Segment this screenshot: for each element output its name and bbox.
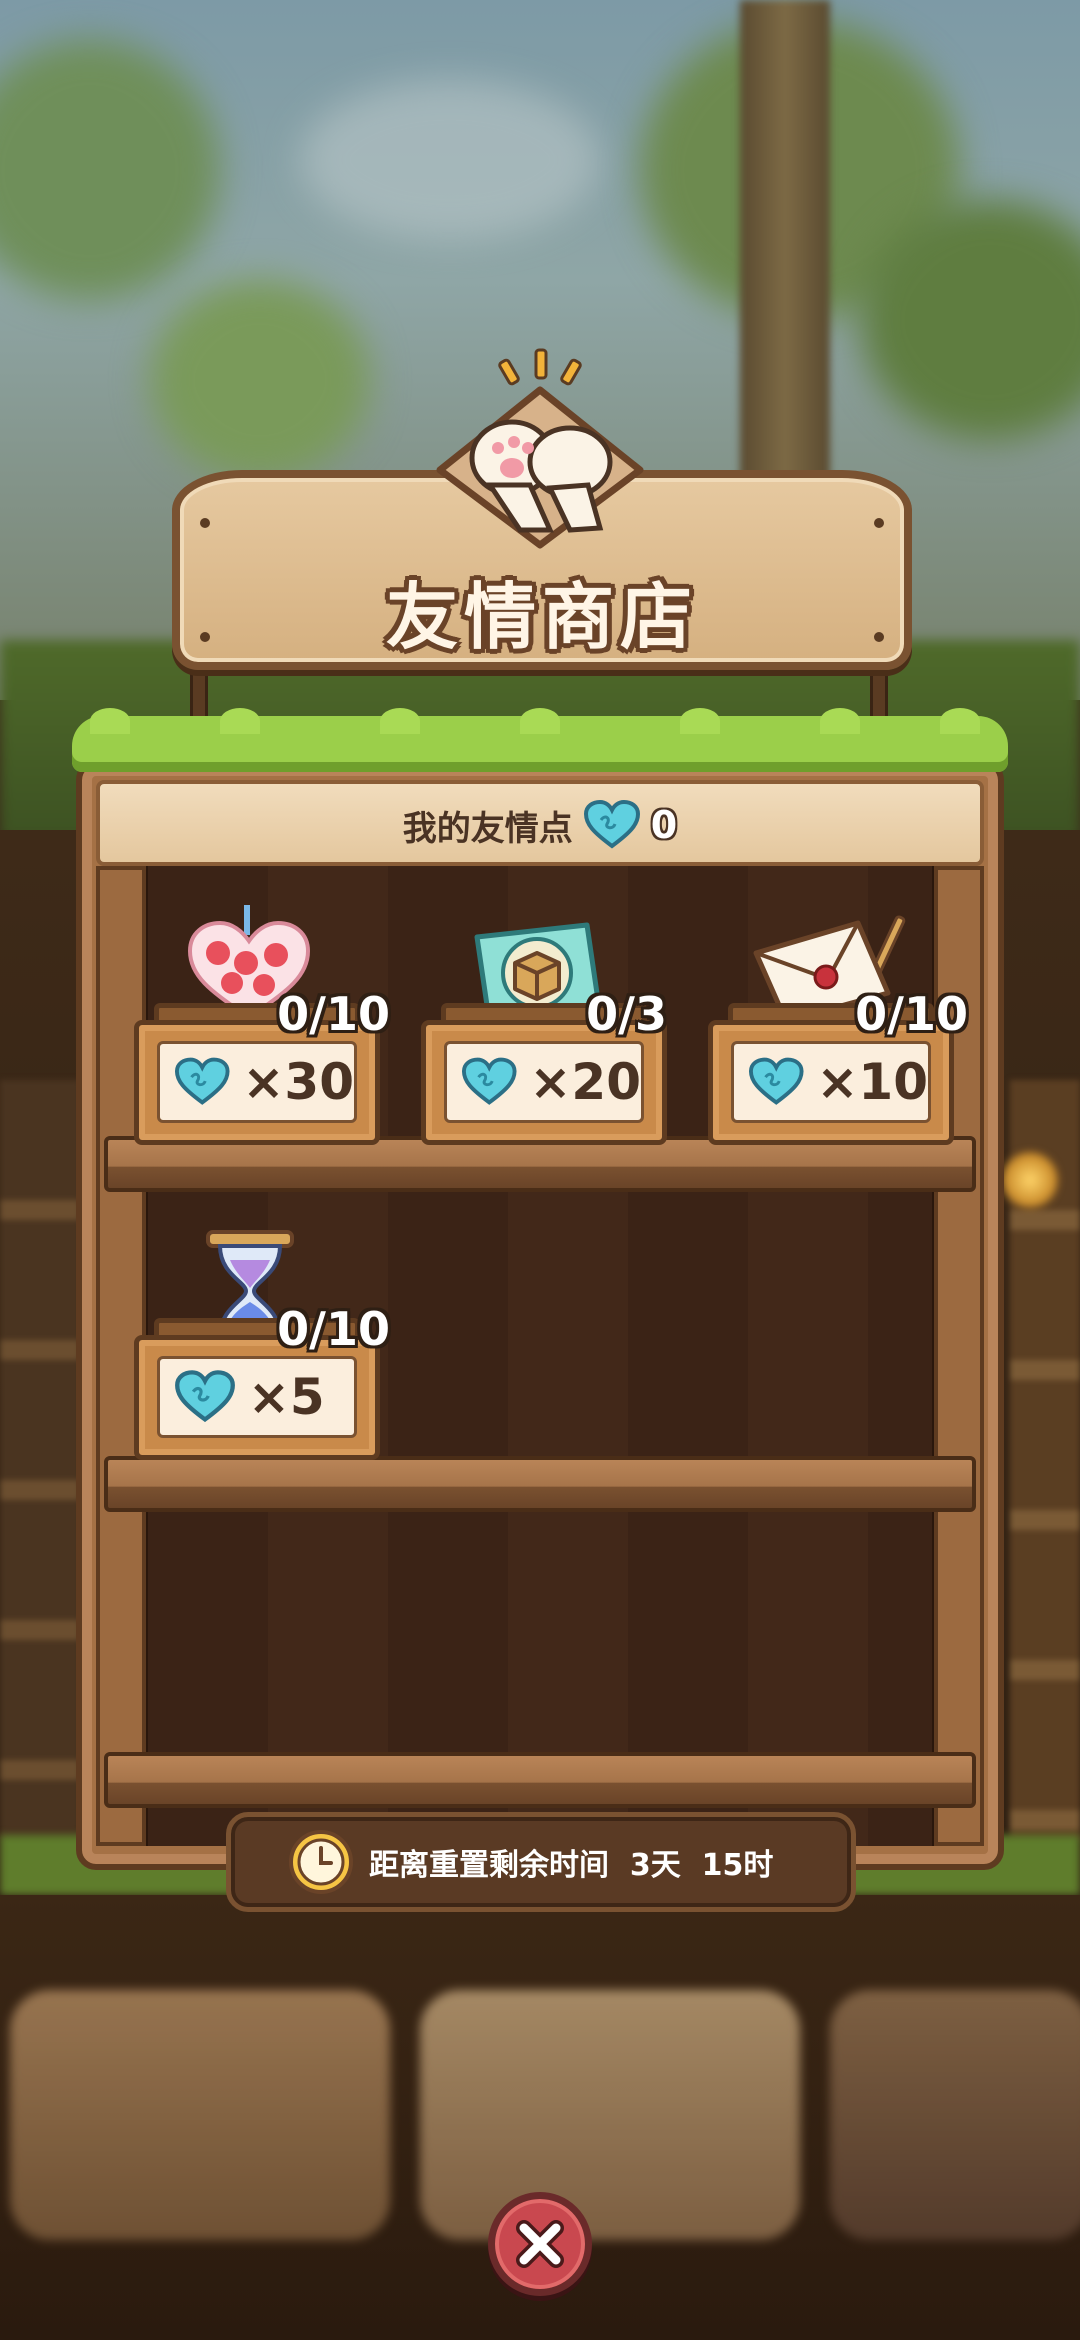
close-icon	[516, 2220, 564, 2268]
item-purchase-count: 0/10	[277, 987, 390, 1041]
shop-item-letter[interactable]: ×10 0/10	[708, 915, 968, 1145]
heart-icon	[583, 800, 640, 849]
item-purchase-count: 0/3	[586, 987, 667, 1041]
shelf-3	[104, 1752, 976, 1808]
price-tag: ×5	[157, 1356, 357, 1438]
item-price: ×10	[816, 1053, 928, 1111]
clock-icon	[289, 1830, 353, 1894]
heart-icon	[748, 1057, 804, 1105]
price-tag: ×10	[731, 1041, 931, 1123]
heart-icon	[461, 1057, 517, 1105]
shop-item-hourglass[interactable]: ×5 0/10	[134, 1230, 390, 1460]
heart-icon	[174, 1057, 230, 1105]
item-price: ×20	[529, 1053, 641, 1111]
points-label: 我的友情点	[402, 808, 573, 849]
heart-icon	[175, 1370, 235, 1423]
shop-title: 友情商店	[385, 575, 698, 659]
shelf-2	[104, 1456, 976, 1512]
reset-timer-text: 距离重置剩余时间 3天 15时	[369, 1848, 774, 1883]
shop-item-strawberry-cake[interactable]: ×30 0/10	[134, 905, 390, 1145]
item-price: ×5	[248, 1368, 325, 1426]
item-purchase-count: 0/10	[277, 1302, 390, 1356]
price-tag: ×30	[157, 1041, 357, 1123]
paw-handshake-icon	[436, 386, 644, 549]
price-tag: ×20	[444, 1041, 644, 1123]
item-purchase-count: 0/10	[855, 987, 968, 1041]
points-header: 我的友情点 0	[96, 780, 984, 866]
shop-item-mystery-box-ticket[interactable]: ×20 0/3	[421, 922, 667, 1145]
points-value: 0	[650, 803, 678, 847]
item-price: ×30	[242, 1053, 354, 1111]
close-button[interactable]	[488, 2192, 592, 2296]
reset-timer: 距离重置剩余时间 3天 15时	[226, 1812, 856, 1912]
